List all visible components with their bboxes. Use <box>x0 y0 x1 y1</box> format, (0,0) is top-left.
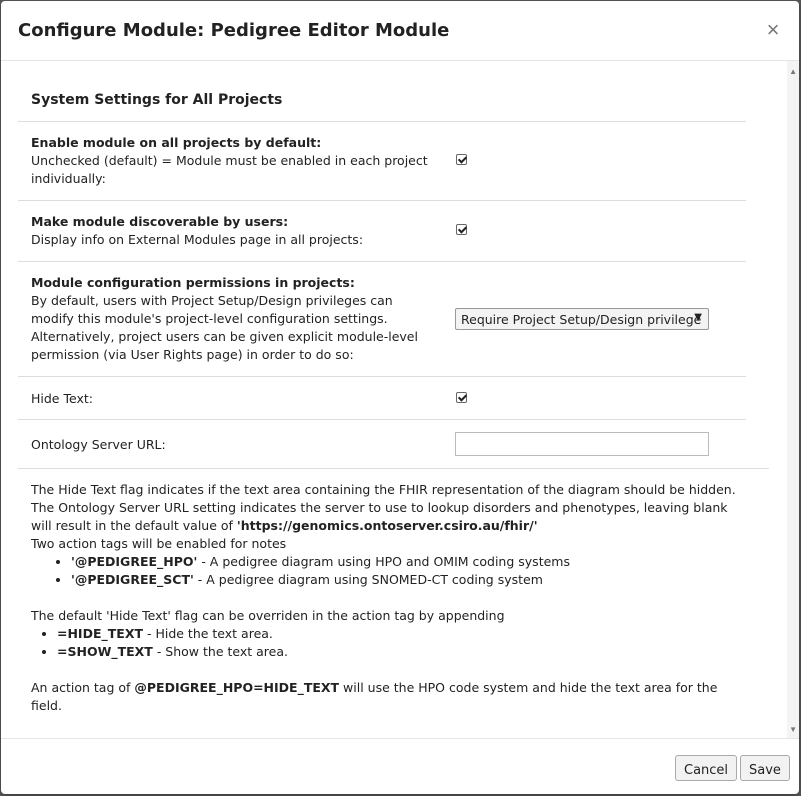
setting-label: Make module discoverable by users: Displ… <box>31 213 431 249</box>
list-item: =SHOW_TEXT - Show the text area. <box>57 643 751 661</box>
ontology-server-url-input[interactable] <box>455 432 709 456</box>
divider <box>18 468 769 469</box>
scroll-up-icon[interactable]: ▲ <box>789 67 797 76</box>
setting-ontology-url: Ontology Server URL: <box>18 420 746 468</box>
module-description: The Hide Text flag indicates if the text… <box>31 481 751 715</box>
list-item: '@PEDIGREE_HPO' - A pedigree diagram usi… <box>71 553 751 571</box>
flag-list: =HIDE_TEXT - Hide the text area. =SHOW_T… <box>31 625 751 661</box>
help-line: The default 'Hide Text' flag can be over… <box>31 608 505 623</box>
setting-description: Display info on External Modules page in… <box>31 232 364 247</box>
discoverable-checkbox[interactable] <box>456 224 467 235</box>
modal-title: Configure Module: Pedigree Editor Module <box>18 20 450 41</box>
help-line: An action tag of @PEDIGREE_HPO=HIDE_TEXT… <box>31 680 718 713</box>
setting-label: Hide Text: <box>31 390 431 408</box>
list-item: =HIDE_TEXT - Hide the text area. <box>57 625 751 643</box>
setting-description: Unchecked (default) = Module must be ena… <box>31 153 428 186</box>
setting-title: Make module discoverable by users: <box>31 214 289 229</box>
default-url: 'https://genomics.ontoserver.csiro.au/fh… <box>236 518 538 533</box>
setting-title: Module configuration permissions in proj… <box>31 275 355 290</box>
scrollbar[interactable]: ▲ ▼ <box>787 61 799 738</box>
help-line: The Ontology Server URL setting indicate… <box>31 500 728 533</box>
enable-all-projects-checkbox[interactable] <box>456 154 467 165</box>
modal-header: Configure Module: Pedigree Editor Module… <box>1 1 799 61</box>
setting-discoverable: Make module discoverable by users: Displ… <box>18 201 746 261</box>
select-value: Require Project Setup/Design privilege <box>461 312 702 327</box>
save-button[interactable]: Save <box>740 755 790 781</box>
setting-config-permissions: Module configuration permissions in proj… <box>18 262 746 376</box>
chevron-down-icon: ▼ <box>694 312 702 323</box>
action-tag-list: '@PEDIGREE_HPO' - A pedigree diagram usi… <box>31 553 751 589</box>
setting-title: Ontology Server URL: <box>31 437 166 452</box>
setting-title: Hide Text: <box>31 391 93 406</box>
setting-title: Enable module on all projects by default… <box>31 135 322 150</box>
scroll-down-icon[interactable]: ▼ <box>789 725 797 734</box>
setting-description: By default, users with Project Setup/Des… <box>31 293 418 362</box>
config-permission-select[interactable]: Require Project Setup/Design privilege ▼ <box>455 308 709 330</box>
setting-enable-all-projects: Enable module on all projects by default… <box>18 122 746 200</box>
setting-hide-text: Hide Text: <box>18 377 746 419</box>
configure-module-dialog: Configure Module: Pedigree Editor Module… <box>1 1 799 794</box>
setting-label: Module configuration permissions in proj… <box>31 274 431 364</box>
help-line: Two action tags will be enabled for note… <box>31 536 287 551</box>
close-icon[interactable]: × <box>763 19 783 41</box>
setting-label: Ontology Server URL: <box>31 436 431 454</box>
hide-text-checkbox[interactable] <box>456 392 467 403</box>
section-title: System Settings for All Projects <box>31 92 283 108</box>
help-line: The Hide Text flag indicates if the text… <box>31 482 736 497</box>
modal-footer: Cancel Save <box>1 738 799 794</box>
setting-label: Enable module on all projects by default… <box>31 134 431 188</box>
cancel-button[interactable]: Cancel <box>675 755 738 781</box>
list-item: '@PEDIGREE_SCT' - A pedigree diagram usi… <box>71 571 751 589</box>
modal-body: System Settings for All Projects Enable … <box>1 61 799 738</box>
